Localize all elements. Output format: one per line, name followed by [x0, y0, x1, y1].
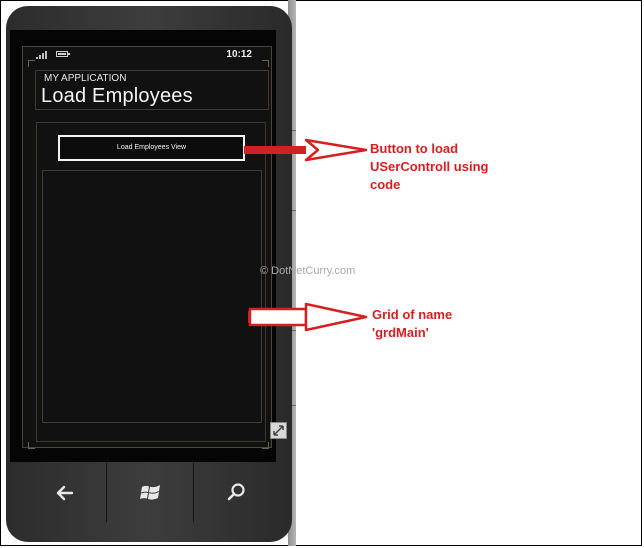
button-annotation-arrow — [244, 138, 368, 162]
watermark: © DotNetCurry.com — [260, 265, 356, 277]
search-icon[interactable] — [221, 478, 251, 508]
corner-marker — [262, 442, 269, 449]
button-annotation: Button to load USerControll using code — [370, 140, 488, 194]
back-arrow-icon[interactable] — [50, 478, 80, 508]
grid-annotation-arrow — [248, 302, 368, 332]
corner-marker — [28, 60, 35, 67]
grid-annotation: Grid of name 'grdMain' — [372, 306, 452, 342]
expand-icon[interactable] — [270, 422, 287, 439]
grid-annotation-line: 'grdMain' — [372, 325, 429, 340]
grid-annotation-line: Grid of name — [372, 307, 453, 322]
title-panel: MY APPLICATION Load Employees — [35, 70, 269, 110]
button-annotation-line: code — [370, 177, 401, 192]
app-name: MY APPLICATION — [44, 73, 127, 84]
grid-grdmain — [42, 170, 262, 423]
corner-marker — [262, 60, 269, 67]
page-title: Load Employees — [41, 85, 193, 107]
clock: 10:12 — [226, 49, 252, 60]
status-bar: 10:12 — [22, 46, 272, 64]
button-annotation-line: Button to load — [370, 141, 459, 156]
battery-icon — [56, 51, 70, 57]
signal-icon — [36, 51, 48, 59]
button-annotation-line: USerControll using — [370, 159, 489, 174]
corner-marker — [28, 442, 35, 449]
hardware-buttons — [16, 462, 282, 522]
load-employees-view-button[interactable]: Load Employees View — [58, 135, 245, 161]
windows-logo-icon[interactable] — [136, 478, 166, 508]
